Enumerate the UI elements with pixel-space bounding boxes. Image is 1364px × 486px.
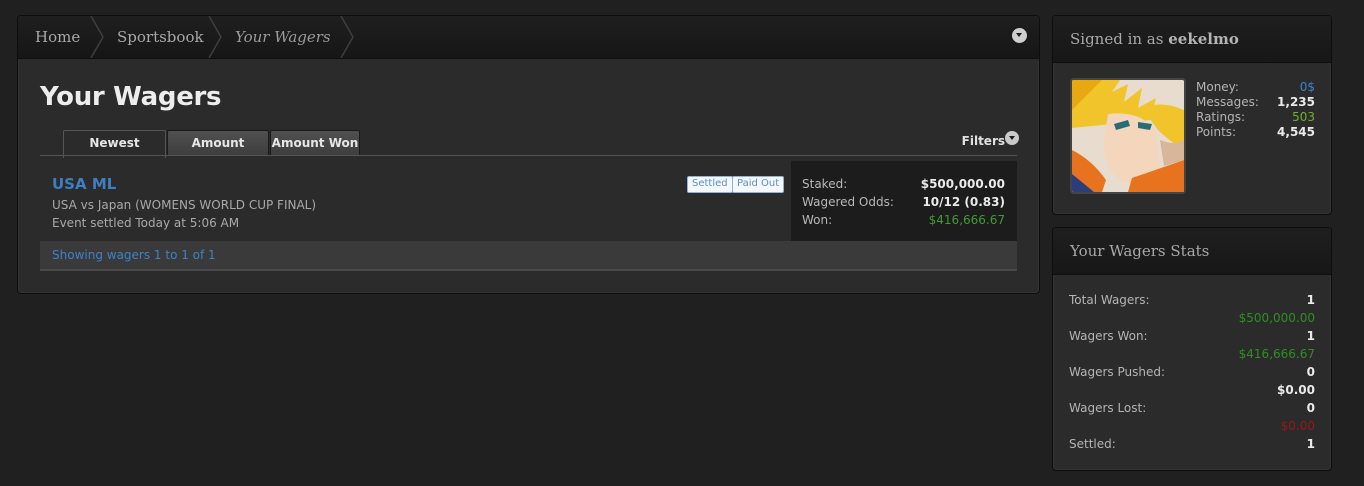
tab-newest-wagers[interactable]: Newest Wagers (63, 130, 166, 175)
tab-amount-won[interactable]: Amount Won (270, 130, 360, 156)
total-wagers-count: 1 (1306, 293, 1315, 307)
odds-label: Wagered Odds: (802, 195, 894, 209)
signed-in-header: Signed in as eekelmo (1053, 16, 1331, 63)
tab-divider (40, 155, 1017, 156)
breadcrumb-separator-icon (90, 16, 104, 58)
wagers-pushed-label: Wagers Pushed: (1069, 365, 1165, 379)
stat-ratings-value: 503 (1292, 110, 1315, 124)
stat-ratings-label: Ratings: (1196, 110, 1245, 124)
wager-stats-panel: Your Wagers Stats Total Wagers: 1 $500,0… (1052, 227, 1332, 471)
stat-money-label: Money: (1196, 80, 1239, 94)
signed-in-prefix: Signed in as (1070, 30, 1164, 48)
breadcrumb-sportsbook[interactable]: Sportsbook (117, 16, 204, 58)
pagination-footer: Showing wagers 1 to 1 of 1 (40, 241, 1017, 271)
breadcrumb: Home Sportsbook Your Wagers (18, 16, 1039, 59)
stat-points-label: Points: (1196, 125, 1237, 139)
breadcrumb-home[interactable]: Home (35, 16, 80, 58)
breadcrumb-separator-icon (340, 16, 354, 58)
wager-name-link[interactable]: USA ML (52, 175, 116, 193)
breadcrumb-separator-icon (208, 16, 222, 58)
tab-amount-placed[interactable]: Amount Placed (167, 130, 269, 175)
won-value: $416,666.67 (928, 213, 1005, 227)
total-wagers-label: Total Wagers: (1069, 293, 1150, 307)
wagers-lost-label: Wagers Lost: (1069, 401, 1147, 415)
stake-summary: Staked: $500,000.00 Wagered Odds: 10/12 … (791, 161, 1017, 241)
stat-money-value: 0$ (1299, 80, 1315, 94)
breadcrumb-your-wagers[interactable]: Your Wagers (235, 16, 331, 58)
wagers-pushed-count: 0 (1306, 365, 1315, 379)
paid-out-badge: Paid Out (732, 176, 785, 193)
won-label: Won: (802, 213, 833, 227)
username[interactable]: eekelmo (1168, 30, 1239, 48)
settled-count: 1 (1306, 437, 1315, 451)
page-title: Your Wagers (40, 82, 222, 112)
settled-label: Settled: (1069, 437, 1116, 451)
filters-dropdown-icon[interactable] (1005, 131, 1019, 145)
showing-wagers-link[interactable]: Showing wagers 1 to 1 of 1 (52, 248, 216, 262)
wager-row: USA ML USA vs Japan (WOMENS WORLD CUP FI… (40, 161, 1017, 241)
stat-messages-label: Messages: (1196, 95, 1259, 109)
settled-badge: Settled (687, 176, 733, 193)
stat-messages-value[interactable]: 1,235 (1277, 95, 1315, 109)
staked-value: $500,000.00 (920, 177, 1005, 191)
wagers-panel: Home Sportsbook Your Wagers Your Wagers … (17, 15, 1040, 294)
odds-value: 10/12 (0.83) (922, 195, 1005, 209)
collapse-icon[interactable] (1012, 28, 1027, 43)
wager-stats-title: Your Wagers Stats (1053, 228, 1331, 275)
wagers-won-amount: $416,666.67 (1238, 347, 1315, 361)
stat-points-value: 4,545 (1277, 125, 1315, 139)
filters-button[interactable]: Filters (962, 134, 1005, 148)
wagers-pushed-amount: $0.00 (1277, 383, 1315, 397)
wagers-won-count: 1 (1306, 329, 1315, 343)
user-panel: Signed in as eekelmo Money: 0$ Messages:… (1052, 15, 1332, 215)
avatar[interactable] (1070, 78, 1186, 194)
wager-event: USA vs Japan (WOMENS WORLD CUP FINAL) (52, 198, 317, 212)
staked-label: Staked: (802, 177, 848, 191)
wager-settled-time: Event settled Today at 5:06 AM (52, 216, 240, 230)
total-wagers-amount: $500,000.00 (1238, 311, 1315, 325)
wagers-lost-count: 0 (1306, 401, 1315, 415)
wagers-won-label: Wagers Won: (1069, 329, 1148, 343)
wagers-lost-amount: $0.00 (1280, 419, 1315, 433)
